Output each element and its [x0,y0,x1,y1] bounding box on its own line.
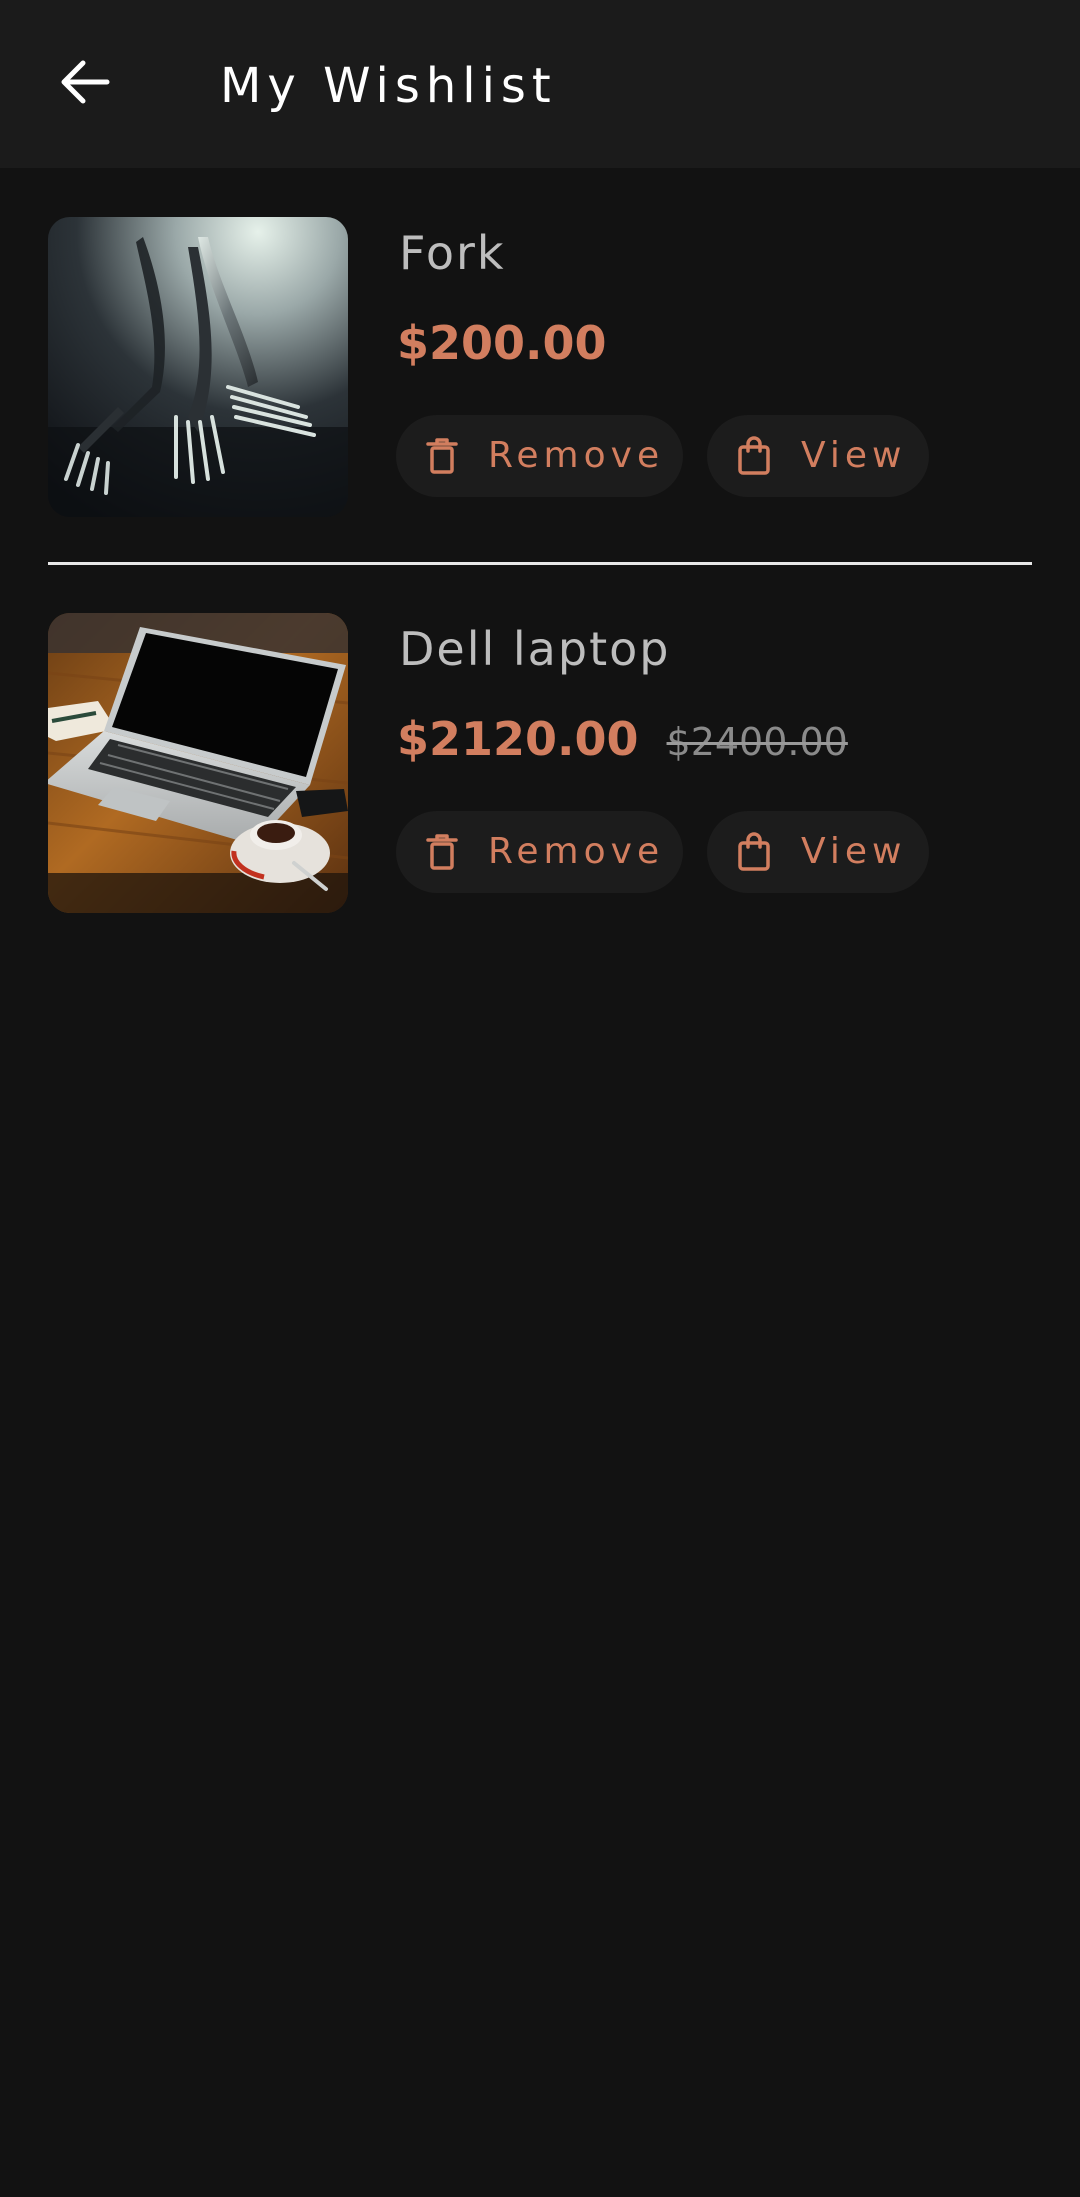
price-row: $2120.00 $2400.00 [397,707,848,771]
remove-label: Remove [488,831,665,872]
view-button[interactable]: View [707,415,929,497]
product-price: $200.00 [397,316,607,370]
product-price: $2120.00 [397,712,639,766]
remove-button[interactable]: Remove [396,415,683,497]
item-divider [48,562,1032,565]
view-button[interactable]: View [707,811,929,893]
remove-button[interactable]: Remove [396,811,683,893]
product-image-forks[interactable] [48,217,348,517]
arrow-left-icon [58,59,110,109]
view-label: View [801,435,907,476]
remove-label: Remove [488,435,665,476]
product-name[interactable]: Dell laptop [399,617,670,681]
trash-icon [426,832,458,872]
shopping-bag-icon [737,436,771,476]
wishlist-item: Dell laptop $2120.00 $2400.00 Remove Vie… [48,613,1032,913]
back-button[interactable] [44,44,124,124]
original-price: $2400.00 [666,720,848,764]
view-label: View [801,831,907,872]
price-row: $200.00 [397,311,607,375]
app-bar: My Wishlist [0,0,1080,168]
wishlist-item: Fork $200.00 Remove View [48,217,1032,517]
shopping-bag-icon [737,832,771,872]
product-name[interactable]: Fork [399,221,506,285]
page-title: My Wishlist [220,58,557,114]
item-actions: Remove View [396,415,929,497]
item-actions: Remove View [396,811,929,893]
trash-icon [426,436,458,476]
product-image-laptop[interactable] [48,613,348,913]
